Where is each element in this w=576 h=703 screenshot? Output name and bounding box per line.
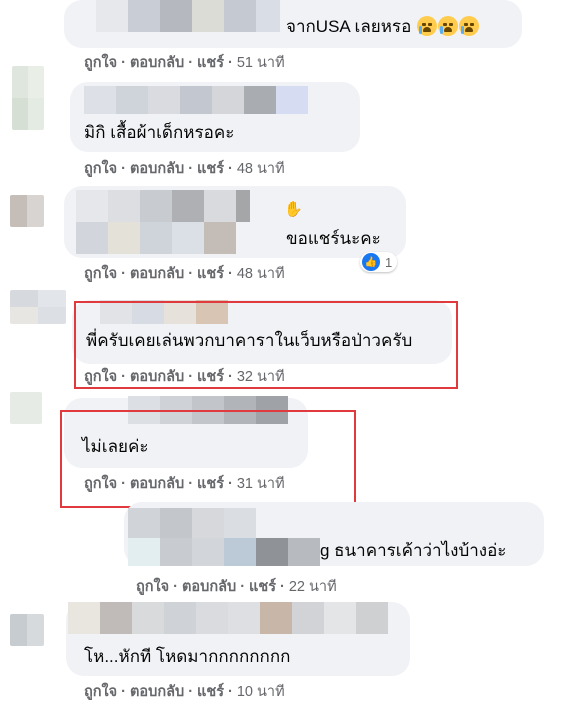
highlight-box (60, 410, 356, 508)
comment-text: โห...หักที โหดมากกกกกกกก (84, 647, 291, 666)
comment-text: มิกิ เสื้อผ้าเด็กหรอคะ (84, 123, 235, 142)
share-button[interactable]: แชร์ (249, 579, 276, 595)
like-icon: 👍 (362, 253, 380, 271)
timestamp[interactable]: 10 นาที (237, 684, 285, 700)
comment-actions: ถูกใจ · ตอบกลับ · แชร์ · 48 นาที (84, 266, 285, 282)
avatar[interactable] (12, 66, 44, 130)
comment-actions: ถูกใจ · ตอบกลับ · แชร์ · 22 นาที (136, 579, 337, 595)
like-button[interactable]: ถูกใจ (84, 266, 117, 282)
blurred-author-name (128, 508, 256, 538)
share-button[interactable]: แชร์ (197, 266, 224, 282)
like-button[interactable]: ถูกใจ (84, 55, 117, 71)
comment-text: จากUSA เลยหรอ (286, 16, 480, 38)
reply-button[interactable]: ตอบกลับ (182, 579, 236, 595)
comment-actions: ถูกใจ · ตอบกลับ · แชร์ · 48 นาที (84, 161, 285, 177)
loudly-crying-face-icon (417, 16, 438, 36)
reply-button[interactable]: ตอบกลับ (130, 684, 184, 700)
share-button[interactable]: แชร์ (197, 161, 224, 177)
timestamp[interactable]: 51 นาที (237, 55, 285, 71)
comment-text: g ธนาคารเค้าว่าไงบ้างอ่ะ (320, 541, 507, 560)
reply-button[interactable]: ตอบกลับ (130, 55, 184, 71)
blurred-author-photo (128, 538, 320, 566)
highlight-box (74, 301, 458, 389)
comment-actions: ถูกใจ · ตอบกลับ · แชร์ · 10 นาที (84, 684, 285, 700)
reaction-count[interactable]: 👍 1 (360, 252, 398, 272)
avatar[interactable] (10, 195, 44, 227)
comment-text: ขอแชร์นะคะ (286, 229, 381, 248)
share-button[interactable]: แชร์ (197, 55, 224, 71)
share-button[interactable]: แชร์ (197, 684, 224, 700)
reply-button[interactable]: ตอบกลับ (130, 266, 184, 282)
timestamp[interactable]: 48 นาที (237, 161, 285, 177)
avatar[interactable] (10, 392, 42, 424)
comment-actions: ถูกใจ · ตอบกลับ · แชร์ · 51 นาที (84, 55, 285, 71)
like-button[interactable]: ถูกใจ (84, 684, 117, 700)
blurred-author-name (96, 0, 280, 32)
reply-button[interactable]: ตอบกลับ (130, 161, 184, 177)
blurred-author-name (76, 190, 250, 222)
timestamp[interactable]: 48 นาที (237, 266, 285, 282)
avatar[interactable] (10, 614, 44, 646)
timestamp[interactable]: 22 นาที (289, 579, 337, 595)
blurred-author-name (84, 86, 308, 114)
avatar[interactable] (10, 290, 66, 324)
like-button[interactable]: ถูกใจ (136, 579, 169, 595)
blurred-author-photo (76, 222, 236, 254)
like-button[interactable]: ถูกใจ (84, 161, 117, 177)
blurred-author-name (68, 602, 388, 634)
loudly-crying-face-icon (438, 16, 459, 36)
waving-hand-icon: ✋ (284, 201, 303, 218)
loudly-crying-face-icon (459, 16, 480, 36)
